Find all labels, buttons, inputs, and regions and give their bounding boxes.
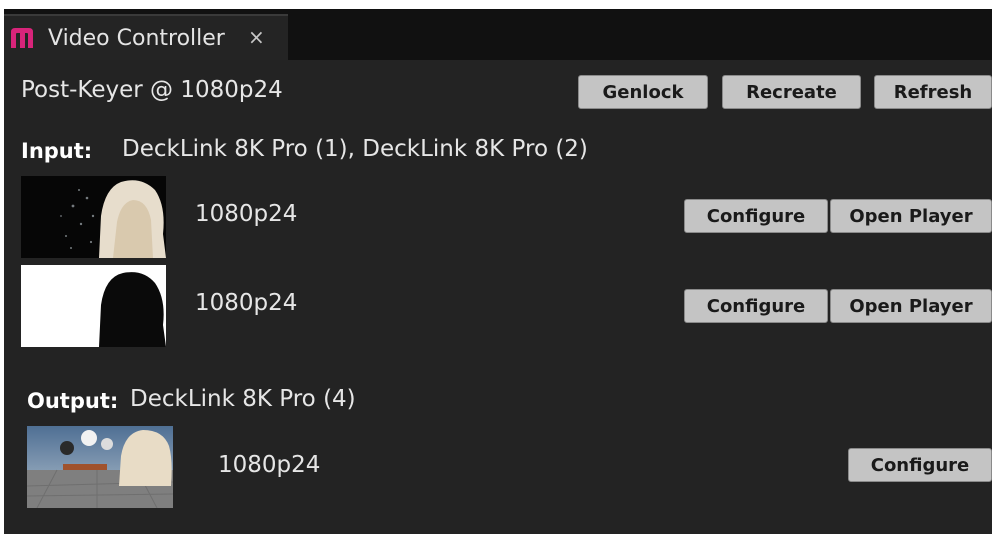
- input-devices: DeckLink 8K Pro (1), DeckLink 8K Pro (2): [122, 136, 588, 162]
- input-label: Input:: [21, 139, 93, 163]
- output-format: 1080p24: [218, 452, 321, 478]
- input-2-configure-button[interactable]: Configure: [684, 289, 828, 323]
- output-thumbnail: [27, 426, 173, 508]
- tab-video-controller[interactable]: Video Controller ×: [4, 14, 288, 60]
- output-devices: DeckLink 8K Pro (4): [130, 386, 356, 412]
- output-configure-button[interactable]: Configure: [848, 448, 992, 482]
- input-1-open-player-button[interactable]: Open Player: [830, 199, 992, 233]
- tab-title: Video Controller: [48, 26, 225, 51]
- refresh-button[interactable]: Refresh: [874, 75, 992, 109]
- input-1-configure-button[interactable]: Configure: [684, 199, 828, 233]
- input-1-thumbnail: [21, 176, 166, 258]
- device-title: Post-Keyer @ 1080p24: [21, 77, 283, 103]
- close-icon[interactable]: ×: [248, 25, 265, 49]
- genlock-button[interactable]: Genlock: [578, 75, 708, 109]
- input-2-thumbnail: [21, 265, 166, 347]
- input-1-format: 1080p24: [195, 201, 298, 227]
- tab-bar: Video Controller ×: [4, 9, 992, 60]
- m-logo-icon: [10, 27, 34, 49]
- input-2-format: 1080p24: [195, 290, 298, 316]
- video-controller-window: Video Controller × Post-Keyer @ 1080p24 …: [4, 9, 992, 534]
- input-2-open-player-button[interactable]: Open Player: [830, 289, 992, 323]
- output-label: Output:: [27, 389, 119, 413]
- recreate-button[interactable]: Recreate: [722, 75, 861, 109]
